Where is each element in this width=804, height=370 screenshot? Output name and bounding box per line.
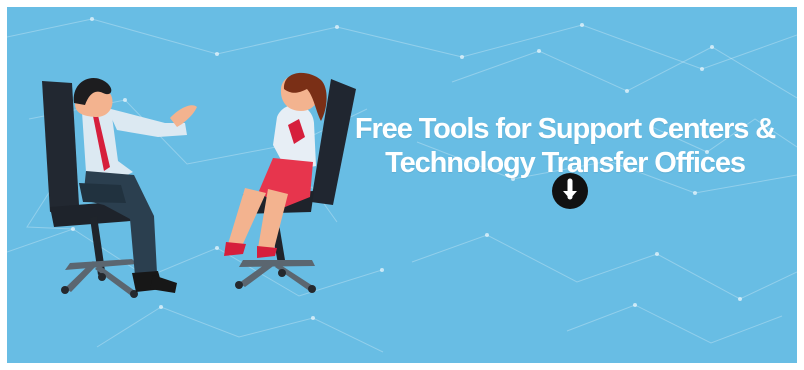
hero-banner: Free Tools for Support Centers & Technol… [7,7,797,363]
hero-headline-line-1: Free Tools for Support Centers & [354,113,776,146]
hero-headline: Free Tools for Support Centers & Technol… [340,112,790,180]
two-people-meeting-illustration [42,72,356,298]
man-figure-icon [73,78,197,293]
arrow-down-icon [563,178,577,200]
page: Free Tools for Support Centers & Technol… [0,0,804,370]
woman-figure-icon [224,72,327,258]
scroll-down-button[interactable] [552,173,588,209]
